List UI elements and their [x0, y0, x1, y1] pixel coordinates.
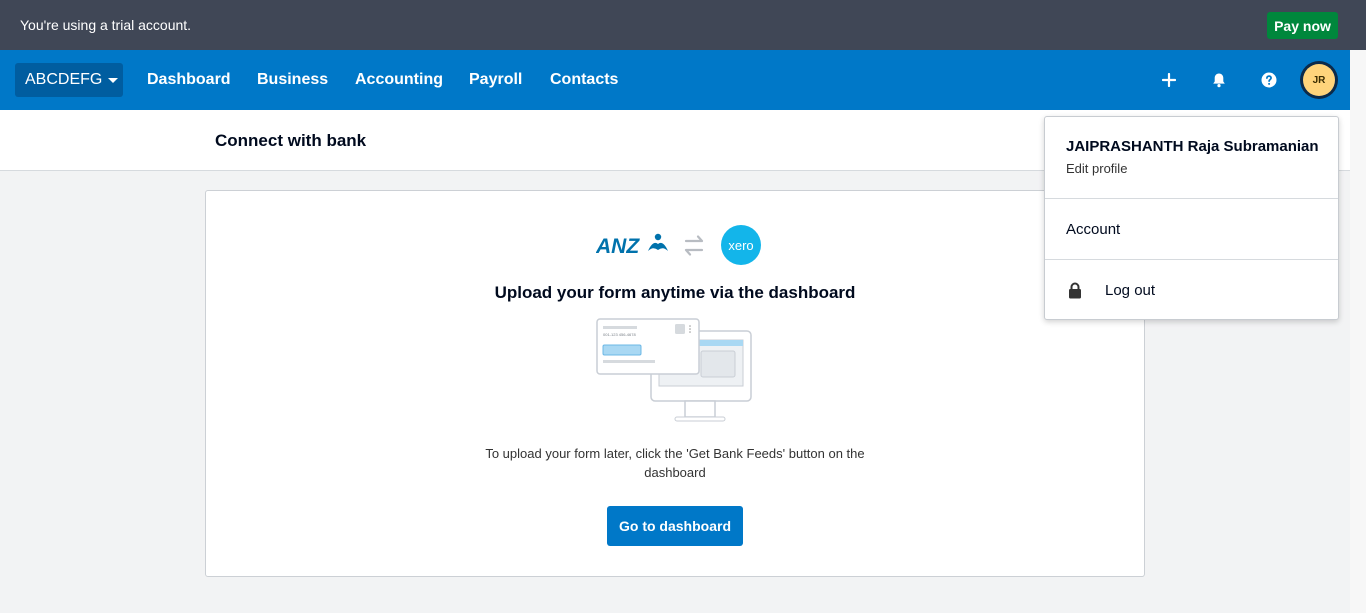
nav-contacts[interactable]: Contacts	[550, 71, 618, 89]
page-title: Connect with bank	[215, 131, 367, 150]
nav-payroll[interactable]: Payroll	[469, 71, 522, 89]
avatar: JR	[1303, 64, 1335, 96]
info-text: To upload your form later, click the 'Ge…	[485, 446, 865, 480]
go-to-dashboard-button[interactable]: Go to dashboard	[607, 506, 743, 546]
bell-icon[interactable]	[1209, 70, 1229, 90]
xero-logo: xero	[721, 225, 761, 265]
nav-accounting[interactable]: Accounting	[355, 71, 443, 89]
help-icon[interactable]	[1259, 70, 1279, 90]
caret-down-icon	[108, 78, 119, 83]
form-upload-illustration: 001-123 456-4678	[596, 318, 752, 422]
org-name: ABCDEFG	[25, 71, 103, 88]
logout-label: Log out	[1105, 282, 1156, 299]
pay-now-button[interactable]: Pay now	[1267, 12, 1338, 39]
organisation-switcher[interactable]: ABCDEFG	[15, 63, 123, 97]
logout-menu-item[interactable]: Log out	[1045, 260, 1338, 320]
upload-heading: Upload your form anytime via the dashboa…	[494, 283, 856, 302]
form-number-text: 001-123 456-4678	[603, 332, 636, 337]
xero-logo-text: xero	[728, 238, 753, 253]
lock-icon	[1069, 282, 1081, 299]
nav-business[interactable]: Business	[257, 71, 328, 89]
scrollbar-track	[1350, 50, 1366, 613]
trial-banner: You're using a trial account. Pay now	[0, 0, 1366, 50]
user-avatar-button[interactable]: JR	[1300, 61, 1338, 99]
sync-arrows-icon	[684, 235, 704, 256]
anz-logo-text: ANZ	[596, 235, 640, 258]
user-name: JAIPRASHANTH Raja Subramanian	[1066, 138, 1319, 155]
plus-icon[interactable]	[1159, 70, 1179, 90]
top-navigation: ABCDEFG Dashboard Business Accounting Pa…	[0, 50, 1366, 110]
edit-profile-link[interactable]: Edit profile	[1066, 161, 1127, 176]
anz-logo: ANZ	[596, 233, 668, 258]
account-menu-item[interactable]: Account	[1066, 221, 1120, 238]
user-menu-dropdown: JAIPRASHANTH Raja Subramanian Edit profi…	[1044, 116, 1339, 320]
nav-dashboard[interactable]: Dashboard	[147, 71, 231, 89]
bank-logos: ANZ xero	[596, 225, 761, 265]
connect-bank-card: ANZ xero Upload your form anytime via th…	[205, 190, 1145, 577]
trial-message: You're using a trial account.	[20, 17, 192, 33]
menu-divider	[1045, 198, 1338, 199]
